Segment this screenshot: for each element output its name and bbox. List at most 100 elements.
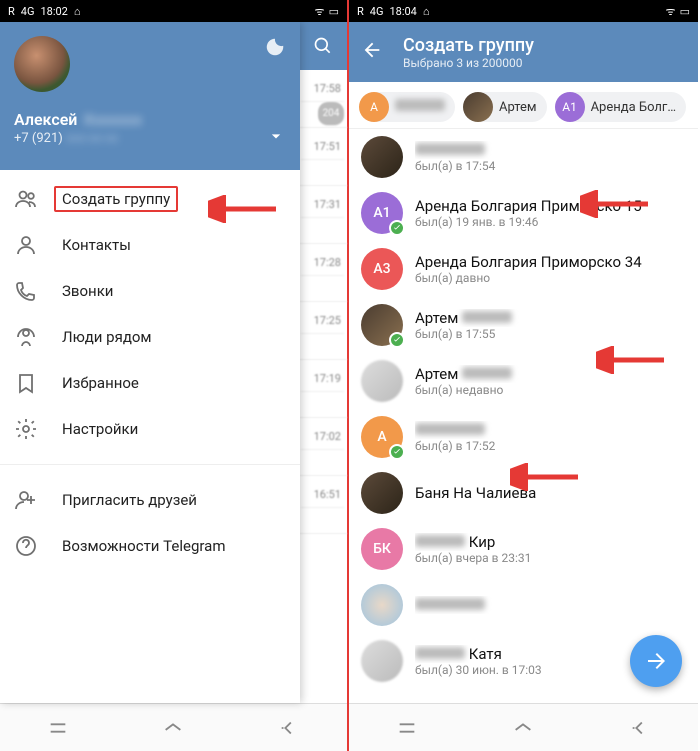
drawer-menu-extra: Пригласить друзей Возможности Telegram (0, 471, 300, 575)
user-phone-blur: xxx-xx-xx (66, 131, 118, 146)
signal-net: 4G (370, 5, 384, 18)
check-icon (389, 332, 405, 348)
signal-net: 4G (21, 5, 35, 18)
menu-label: Возможности Telegram (62, 537, 226, 555)
screen-create-group: R4G18:04⌂ ᯤ▭ Создать группу Выбрано 3 из… (349, 0, 698, 751)
contact-row[interactable]: Артем был(а) недавно (349, 353, 698, 409)
home-icon: ⌂ (74, 5, 81, 18)
chip-label: Аренда Болг… (591, 100, 677, 115)
selected-chip[interactable]: А (359, 92, 455, 122)
chip-avatar: А1 (555, 92, 585, 122)
user-name-blur: Xxxxxxx (83, 110, 142, 129)
contact-avatar: А1 (361, 192, 403, 234)
contacts-list[interactable]: был(а) в 17:54 А1 Аренда Болгария Приморск… (349, 128, 698, 703)
contact-row[interactable]: Баня На Чалиева (349, 465, 698, 521)
recent-icon[interactable] (47, 717, 69, 739)
menu-label: Звонки (62, 282, 113, 300)
drawer-header: Алексей Xxxxxxx +7 (921) xxx-xx-xx (0, 22, 300, 170)
home-nav-icon[interactable] (162, 717, 184, 739)
contact-row[interactable]: был(а) в 17:54 (349, 129, 698, 185)
menu-item-bookmark[interactable]: Избранное (0, 360, 300, 406)
menu-label: Люди рядом (62, 328, 152, 346)
wifi-icon: ᯤ (315, 4, 325, 19)
drawer-menu: Создать группу Контакты Звонки Люди рядом Из… (0, 170, 300, 458)
user-phone: +7 (921) (14, 131, 63, 146)
contact-avatar (361, 472, 403, 514)
battery-icon: ▭ (680, 5, 690, 18)
menu-label: Настройки (62, 420, 138, 438)
contact-name: Баня На Чалиева (415, 484, 686, 502)
menu-item-gear[interactable]: Настройки (0, 406, 300, 452)
menu-item-invite[interactable]: Пригласить друзей (0, 477, 300, 523)
nav-drawer: Алексей Xxxxxxx +7 (921) xxx-xx-xx Создат… (0, 22, 300, 703)
page-title: Создать группу (403, 35, 534, 56)
menu-label: Избранное (62, 374, 139, 392)
selected-chips: А Артем А1 Аренда Болг… (349, 82, 698, 132)
recent-icon[interactable] (396, 717, 418, 739)
chip-label: Артем (499, 100, 537, 115)
contact-name: Артем (415, 365, 686, 383)
check-icon (389, 444, 405, 460)
contact-status: был(а) 19 янв. в 19:46 (415, 215, 686, 229)
battery-icon: ▭ (329, 5, 339, 18)
contact-status: был(а) в 17:55 (415, 327, 686, 341)
contact-row[interactable]: А1 Аренда Болгария Приморско 15был(а) 19 … (349, 185, 698, 241)
back-icon[interactable] (361, 39, 385, 65)
contact-avatar: БК (361, 528, 403, 570)
chip-avatar (463, 92, 493, 122)
contact-status: был(а) в 17:54 (415, 159, 686, 173)
contact-row[interactable]: Абыл(а) в 17:52 (349, 409, 698, 465)
contact-name: Артем (415, 309, 686, 327)
contact-row[interactable]: Артем был(а) в 17:55 (349, 297, 698, 353)
chip-label (395, 99, 445, 115)
contact-name (415, 421, 686, 439)
status-bar: R 4G 18:02 ⌂ ᯤ ▭ (0, 0, 347, 22)
android-navbar (0, 703, 347, 751)
signal-r: R (8, 5, 15, 18)
confirm-fab[interactable] (630, 635, 682, 687)
page-subtitle: Выбрано 3 из 200000 (403, 56, 534, 70)
user-avatar[interactable] (14, 36, 70, 92)
menu-label: Пригласить друзей (62, 491, 197, 509)
status-bar: R4G18:04⌂ ᯤ▭ (349, 0, 698, 22)
back-nav-icon[interactable] (278, 717, 300, 739)
wifi-icon: ᯤ (666, 4, 676, 19)
contact-status: был(а) давно (415, 271, 686, 285)
selected-chip[interactable]: Артем (463, 92, 547, 122)
night-mode-icon[interactable] (264, 36, 286, 58)
expand-icon[interactable] (266, 126, 286, 150)
screen-drawer: R4G18:02⌂ ᯤ▭ 17:5820417:5117:3117:2817:2… (0, 0, 349, 751)
home-nav-icon[interactable] (512, 717, 534, 739)
contact-row[interactable]: БК Кирбыл(а) вчера в 23:31 (349, 521, 698, 577)
contact-name: Аренда Болгария Приморско 34 (415, 253, 686, 271)
contact-avatar (361, 640, 403, 682)
user-name: Алексей (14, 110, 77, 129)
contact-avatar (361, 360, 403, 402)
clock: 18:02 (40, 5, 67, 18)
menu-label: Создать группу (54, 186, 178, 212)
menu-item-nearby[interactable]: Люди рядом (0, 314, 300, 360)
contact-row[interactable] (349, 577, 698, 633)
contact-name: Аренда Болгария Приморско 15 (415, 197, 686, 215)
contact-name: Кир (415, 533, 686, 551)
menu-item-phone[interactable]: Звонки (0, 268, 300, 314)
selected-chip[interactable]: А1 Аренда Болг… (555, 92, 687, 122)
menu-item-help[interactable]: Возможности Telegram (0, 523, 300, 569)
chip-avatar: А (359, 92, 389, 122)
menu-label: Контакты (62, 236, 131, 254)
contact-name (415, 596, 686, 614)
menu-divider (0, 464, 300, 465)
contact-avatar (361, 304, 403, 346)
contact-name (415, 141, 686, 159)
contact-avatar (361, 584, 403, 626)
menu-item-group[interactable]: Создать группу (0, 176, 300, 222)
search-icon-bg[interactable] (298, 22, 347, 70)
back-nav-icon[interactable] (629, 717, 651, 739)
contact-status: был(а) вчера в 23:31 (415, 551, 686, 565)
menu-item-person[interactable]: Контакты (0, 222, 300, 268)
clock: 18:04 (389, 5, 416, 18)
home-icon: ⌂ (423, 5, 430, 18)
contact-avatar: А3 (361, 248, 403, 290)
contact-row[interactable]: А3 Аренда Болгария Приморско 34был(а) дав… (349, 241, 698, 297)
contact-avatar: А (361, 416, 403, 458)
